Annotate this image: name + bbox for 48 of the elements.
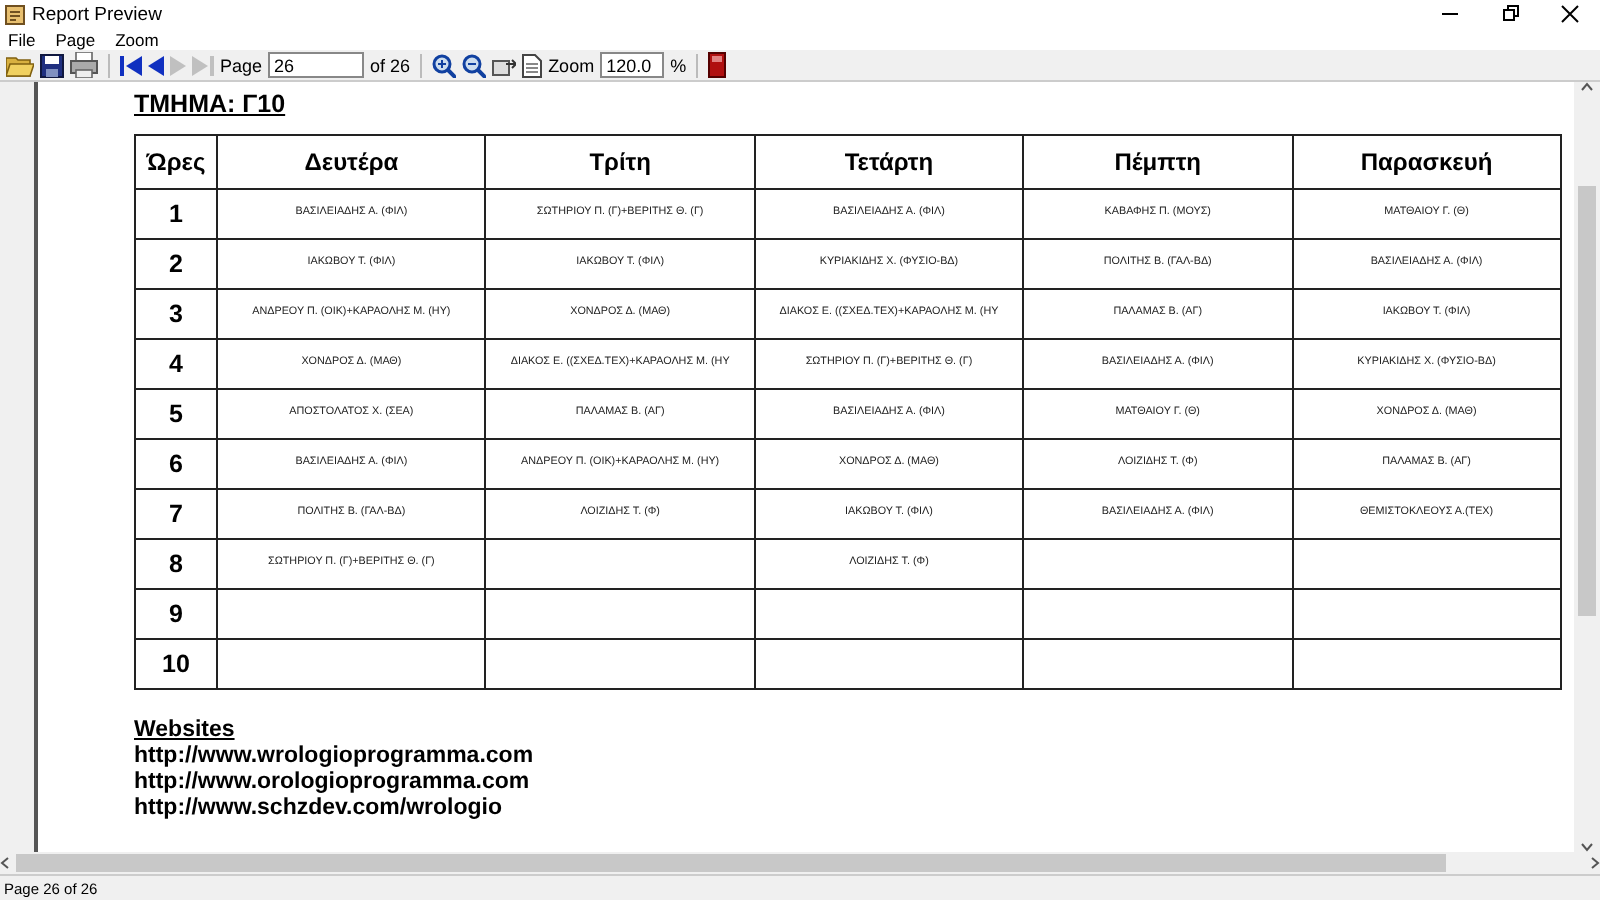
horizontal-scrollbar[interactable] (0, 852, 1600, 874)
percent-sign: % (670, 55, 687, 75)
column-header: Ώρες (146, 148, 206, 176)
exit-door-icon[interactable] (708, 52, 727, 78)
column-header: Δευτέρα (304, 148, 399, 176)
menu-item[interactable]: File (8, 29, 36, 49)
page-number-field[interactable]: 26 (268, 52, 365, 78)
folder-icon[interactable] (6, 53, 34, 77)
class-heading: ΤΜΗΜΑ: Γ10 (134, 90, 286, 118)
vertical-scrollbar[interactable] (1574, 82, 1600, 852)
hour-number: 1 (169, 200, 183, 228)
column-header: Παρασκευή (1360, 148, 1493, 176)
printer-icon[interactable] (70, 52, 98, 78)
column-header: Πέμπτη (1114, 148, 1202, 176)
zoom-out-icon[interactable] (462, 53, 487, 77)
page-width-icon[interactable] (492, 55, 517, 75)
save-icon[interactable] (40, 53, 64, 77)
hour-number: 9 (169, 600, 183, 628)
app-icon (4, 3, 26, 25)
hour-number: 4 (169, 350, 183, 378)
scroll-up-icon[interactable] (1580, 82, 1594, 92)
window-title: Report Preview (32, 3, 162, 25)
website-url: http://www.orologioprogramma.com (134, 770, 530, 796)
hour-number: 2 (169, 250, 183, 278)
menu-item[interactable]: Zoom (115, 29, 159, 49)
first-page-icon[interactable] (120, 55, 142, 75)
website-url: http://www.schzdev.com/wrologio (134, 796, 503, 822)
zoom-label: Zoom (548, 55, 595, 75)
previous-page-icon[interactable] (148, 55, 164, 75)
hour-number: 5 (169, 400, 183, 428)
hour-number: 6 (169, 450, 183, 478)
website-url: http://www.wrologioprogramma.com (134, 744, 534, 770)
scroll-left-icon[interactable] (0, 856, 10, 870)
zoom-field[interactable]: 120.0 (600, 52, 665, 78)
zoom-in-icon[interactable] (432, 53, 457, 77)
column-header: Τετάρτη (844, 148, 934, 176)
column-header: Τρίτη (589, 148, 651, 176)
hour-number: 8 (169, 550, 183, 578)
hour-number: 10 (162, 650, 190, 678)
scroll-right-icon[interactable] (1590, 856, 1600, 870)
websites-heading: Websites (134, 718, 235, 744)
page-icon[interactable] (522, 53, 543, 77)
hour-number: 7 (169, 500, 183, 528)
scroll-down-icon[interactable] (1580, 842, 1594, 852)
menu-item[interactable]: Page (55, 29, 96, 49)
hour-number: 3 (169, 300, 183, 328)
page-count: of 26 (370, 55, 411, 75)
page-label: Page (220, 55, 263, 75)
